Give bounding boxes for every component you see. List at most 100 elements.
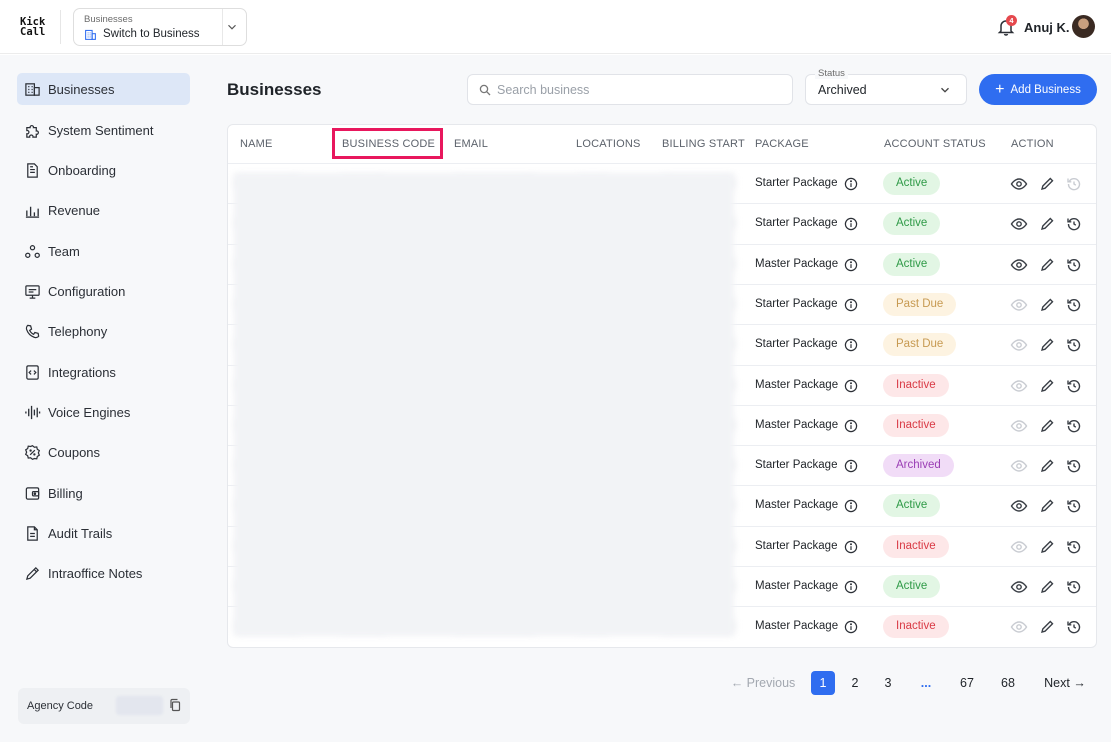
chevron-down-icon xyxy=(228,24,236,30)
view-eye-icon[interactable] xyxy=(1010,417,1028,435)
info-icon[interactable] xyxy=(844,620,858,634)
page-3-button[interactable]: 3 xyxy=(876,671,900,695)
column-header-name[interactable]: NAME xyxy=(240,138,273,150)
sidebar-item-billing[interactable]: Billing xyxy=(17,477,190,509)
view-eye-icon[interactable] xyxy=(1010,497,1028,515)
sidebar-item-team[interactable]: Team xyxy=(17,235,190,267)
status-badge: Inactive xyxy=(883,615,949,639)
column-header-action[interactable]: ACTION xyxy=(1011,138,1054,150)
edit-pencil-icon[interactable] xyxy=(1038,538,1056,556)
page-1-button[interactable]: 1 xyxy=(811,671,835,695)
sidebar-item-intraoffice-notes[interactable]: Intraoffice Notes xyxy=(17,557,190,589)
edit-pencil-icon[interactable] xyxy=(1038,417,1056,435)
column-header-package[interactable]: PACKAGE xyxy=(755,138,809,150)
info-icon[interactable] xyxy=(844,217,858,231)
restore-icon[interactable] xyxy=(1065,457,1083,475)
view-eye-icon[interactable] xyxy=(1010,538,1028,556)
package-cell: Master Package xyxy=(755,418,839,431)
info-icon[interactable] xyxy=(844,258,858,272)
page-2-button[interactable]: 2 xyxy=(843,671,867,695)
restore-icon[interactable] xyxy=(1065,336,1083,354)
page-ellipsis[interactable]: ... xyxy=(914,671,938,695)
info-icon[interactable] xyxy=(844,459,858,473)
edit-pencil-icon[interactable] xyxy=(1038,497,1056,515)
info-icon[interactable] xyxy=(844,499,858,513)
view-eye-icon[interactable] xyxy=(1010,618,1028,636)
kickcall-logo[interactable]: Kick Call xyxy=(20,17,45,38)
restore-icon[interactable] xyxy=(1065,296,1083,314)
search-box[interactable] xyxy=(467,74,793,105)
column-header-billing-start[interactable]: BILLING START xyxy=(662,138,745,150)
column-header-business-code[interactable]: BUSINESS CODE xyxy=(342,138,435,150)
view-eye-icon[interactable] xyxy=(1010,215,1028,233)
sidebar-item-telephony[interactable]: Telephony xyxy=(17,315,190,347)
add-business-button[interactable]: + Add Business xyxy=(979,74,1097,105)
page-67-button[interactable]: 67 xyxy=(955,671,979,695)
column-header-locations[interactable]: LOCATIONS xyxy=(576,138,641,150)
coupon-icon xyxy=(24,444,41,460)
edit-pencil-icon[interactable] xyxy=(1038,175,1056,193)
info-icon[interactable] xyxy=(844,338,858,352)
logo-divider xyxy=(60,10,61,44)
edit-pencil-icon[interactable] xyxy=(1038,296,1056,314)
view-eye-icon[interactable] xyxy=(1010,256,1028,274)
status-badge: Past Due xyxy=(883,292,957,316)
view-eye-icon[interactable] xyxy=(1010,457,1028,475)
info-icon[interactable] xyxy=(844,298,858,312)
sidebar-item-onboarding[interactable]: Onboarding xyxy=(17,154,190,186)
sidebar-item-revenue[interactable]: Revenue xyxy=(17,194,190,226)
sidebar-item-label: Team xyxy=(48,243,80,259)
edit-pencil-icon[interactable] xyxy=(1038,578,1056,596)
restore-icon[interactable] xyxy=(1065,377,1083,395)
view-eye-icon[interactable] xyxy=(1010,296,1028,314)
copy-icon[interactable] xyxy=(168,698,182,712)
sidebar-item-integrations[interactable]: Integrations xyxy=(17,356,190,388)
restore-icon[interactable] xyxy=(1065,215,1083,233)
column-header-account-status[interactable]: ACCOUNT STATUS xyxy=(884,138,986,150)
restore-icon[interactable] xyxy=(1065,578,1083,596)
info-icon[interactable] xyxy=(844,580,858,594)
edit-pencil-icon[interactable] xyxy=(1038,377,1056,395)
package-cell: Master Package xyxy=(755,620,839,633)
phone-icon xyxy=(25,324,40,338)
waveform-icon xyxy=(25,405,41,419)
restore-icon[interactable] xyxy=(1065,256,1083,274)
info-icon[interactable] xyxy=(844,419,858,433)
view-eye-icon[interactable] xyxy=(1010,578,1028,596)
edit-pencil-icon[interactable] xyxy=(1038,457,1056,475)
info-icon[interactable] xyxy=(844,379,858,393)
restore-icon[interactable] xyxy=(1065,538,1083,556)
sidebar-item-coupons[interactable]: Coupons xyxy=(17,436,190,468)
next-page-button[interactable]: Next → xyxy=(1040,671,1090,695)
status-badge: Active xyxy=(883,252,941,276)
sidebar-item-voice-engines[interactable]: Voice Engines xyxy=(17,396,190,428)
view-eye-icon[interactable] xyxy=(1010,377,1028,395)
search-icon xyxy=(479,84,491,96)
view-eye-icon[interactable] xyxy=(1010,336,1028,354)
restore-icon[interactable] xyxy=(1065,417,1083,435)
view-eye-icon[interactable] xyxy=(1010,175,1028,193)
arrow-left-icon: ← xyxy=(730,676,744,690)
user-name[interactable]: Anuj K. xyxy=(1024,20,1070,35)
info-icon[interactable] xyxy=(844,177,858,191)
sidebar-item-businesses[interactable]: Businesses xyxy=(17,73,190,105)
page-68-button[interactable]: 68 xyxy=(996,671,1020,695)
edit-pencil-icon[interactable] xyxy=(1038,215,1056,233)
previous-page-button[interactable]: ← Previous xyxy=(727,671,799,695)
package-cell: Starter Package xyxy=(755,459,838,472)
avatar[interactable] xyxy=(1072,15,1095,38)
sidebar-item-configuration[interactable]: Configuration xyxy=(17,275,190,307)
edit-pencil-icon[interactable] xyxy=(1038,336,1056,354)
info-icon[interactable] xyxy=(844,540,858,554)
column-header-email[interactable]: EMAIL xyxy=(454,138,488,150)
edit-pencil-icon[interactable] xyxy=(1038,618,1056,636)
restore-icon[interactable] xyxy=(1065,175,1083,193)
sidebar-item-system-sentiment[interactable]: System Sentiment xyxy=(17,114,190,146)
restore-icon[interactable] xyxy=(1065,497,1083,515)
restore-icon[interactable] xyxy=(1065,618,1083,636)
business-switcher[interactable]: Businesses Switch to Business xyxy=(73,8,247,46)
search-input[interactable] xyxy=(497,81,782,99)
edit-pencil-icon[interactable] xyxy=(1038,256,1056,274)
sidebar-item-audit-trails[interactable]: Audit Trails xyxy=(17,517,190,549)
package-cell: Starter Package xyxy=(755,177,838,189)
